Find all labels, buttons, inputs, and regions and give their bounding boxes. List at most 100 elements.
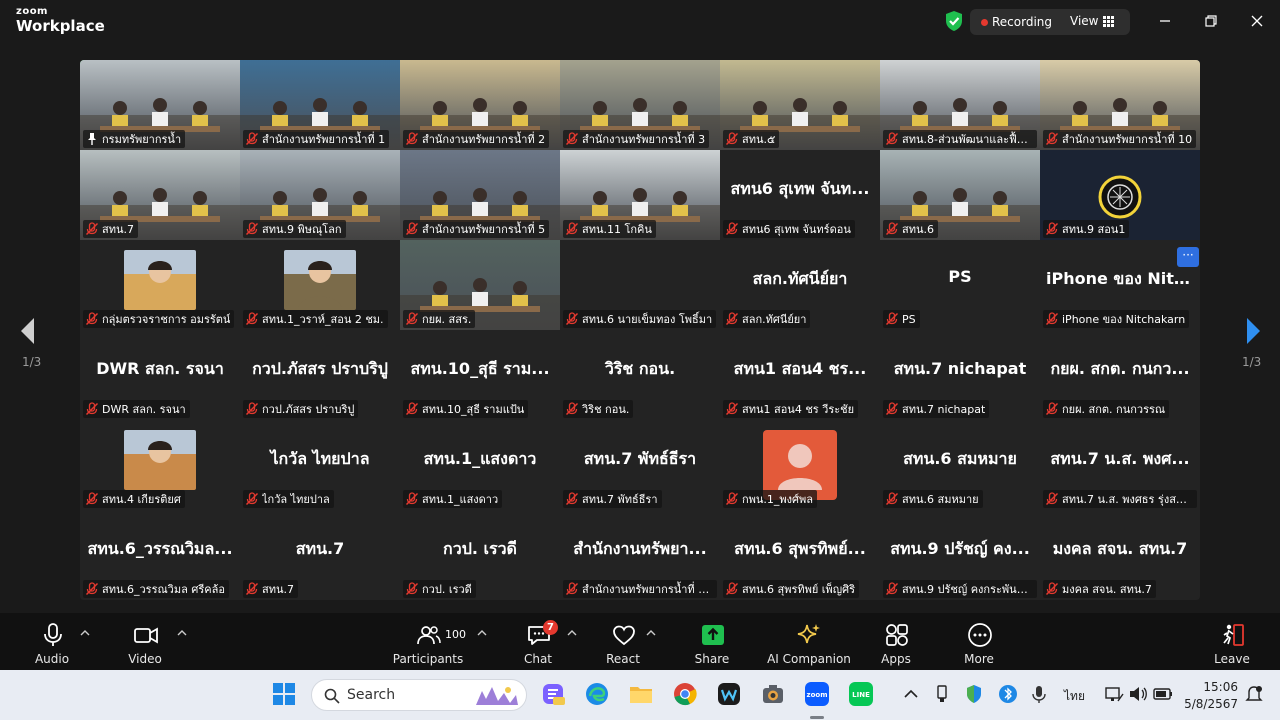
participant-tile[interactable]: สทน.6 สุพรทิพย์... สทน.6 สุพรทิพย์ เพ็ญศิ… [720,510,880,600]
participant-name: สทน6 สุเทพ จันทร์ดอน [742,223,851,236]
participant-name: กพน.1_พงศ์พล [742,493,814,506]
participant-tile[interactable]: PS PS [880,240,1040,330]
participant-tile[interactable]: กยผ. สกต. กนกว... กยผ. สกต. กนกวรรณ [1040,330,1200,420]
recording-label[interactable]: Recording [992,15,1052,29]
zoom-app-icon[interactable]: zoom [804,681,830,707]
minimize-icon[interactable] [1154,10,1176,32]
participant-display-name: สทน.7 พัทธ์ธีรา [583,449,697,468]
edge-browser-icon[interactable] [584,681,610,707]
participant-tile[interactable]: สทน.6 นายเข็มทอง โพธิ์มา [560,240,720,330]
ai-companion-button[interactable]: AI Companion [759,613,859,670]
clock-date[interactable]: 5/8/2567 [1180,697,1238,711]
participant-tile[interactable]: สทน.6 [880,150,1040,240]
participant-tile[interactable]: สทน1 สอน4 ชร... สทน1 สอน4 ชร วีระชัย [720,330,880,420]
previous-page-icon[interactable] [18,316,38,346]
webex-app-icon[interactable] [716,681,742,707]
battery-icon[interactable] [1152,681,1174,707]
notification-bell-icon[interactable] [1244,681,1264,707]
line-app-icon[interactable]: LINE [848,681,874,707]
participant-tile[interactable]: สำนักงานทรัพยา... สำนักงานทรัพยากรน้ำที่ … [560,510,720,600]
mic-muted-icon [1045,492,1059,506]
participant-tile[interactable]: สทน.8-ส่วนพัฒนาและฟื้น... [880,60,1040,150]
input-language-indicator[interactable]: ไทย [1064,687,1085,706]
video-options-chevron-icon[interactable] [177,629,187,637]
participant-tile[interactable]: มงคล สจน. สทน.7 มงคล สจน. สทน.7 [1040,510,1200,600]
participant-tile[interactable]: iPhone ของ Nitc... iPhone ของ Nitchakarn [1040,240,1200,330]
tray-chevron-up-icon[interactable] [902,681,920,707]
participant-tile[interactable]: สทน.7 สทน.7 [240,510,400,600]
next-page-icon[interactable] [1243,316,1263,346]
bluetooth-icon[interactable] [998,681,1018,707]
participant-tile[interactable]: สทน.1_แสงดาว สทน.1_แสงดาว [400,420,560,510]
file-explorer-icon[interactable] [628,681,654,707]
view-grid-icon[interactable] [1103,16,1114,27]
participant-tile[interactable]: สำนักงานทรัพยากรน้ำที่ 1 [240,60,400,150]
participant-tile[interactable]: ไกวัล ไทยปาล ไกวัล ไทยปาล [240,420,400,510]
react-button[interactable]: React [583,613,663,670]
participant-tile[interactable]: กพน.1_พงศ์พล [720,420,880,510]
participant-tile[interactable]: สำนักงานทรัพยากรน้ำที่ 3 [560,60,720,150]
mic-muted-icon [1045,402,1059,416]
participant-tile[interactable]: กยผ. สสร. [400,240,560,330]
participant-tile[interactable]: สทน.9 พิษณุโลก [240,150,400,240]
participant-tile[interactable]: สทน.7 nichapat สทน.7 nichapat [880,330,1040,420]
participant-tile[interactable]: สำนักงานทรัพยากรน้ำที่ 10 [1040,60,1200,150]
participant-tile[interactable]: กลุ่มตรวจราชการ อมรรัตน์ [80,240,240,330]
windows-start-icon[interactable] [271,681,297,707]
microphone-tray-icon[interactable] [1030,681,1048,707]
chat-options-chevron-icon[interactable] [567,629,577,637]
participant-tile[interactable]: สทน.7 [80,150,240,240]
participant-name: กรมทรัพยากรน้ำ [102,133,182,146]
participants-options-chevron-icon[interactable] [477,629,487,637]
copilot-icon[interactable] [540,681,566,707]
video-button[interactable]: Video [105,613,185,670]
defender-shield-icon[interactable] [964,681,984,707]
audio-button[interactable]: Audio [12,613,92,670]
usb-device-icon[interactable] [933,681,951,707]
close-icon[interactable] [1246,10,1268,32]
share-button[interactable]: Share [672,613,752,670]
participant-tile[interactable]: สำนักงานทรัพยากรน้ำที่ 2 [400,60,560,150]
participant-tile[interactable]: สทน.1_วราห์_สอน 2 ชม. [240,240,400,330]
participant-display-name: สทน.6_วรรณวิมล... [87,539,233,558]
taskbar-search-box[interactable]: Search [311,679,527,711]
tile-more-options-button[interactable]: ··· [1177,247,1199,267]
participant-tile[interactable]: สทน.11 โกคิน [560,150,720,240]
participant-tile[interactable]: สทน.7 น.ส. พงศ... สทน.7 น.ส. พงศธร รุ่งสม… [1040,420,1200,510]
participant-caption: สทน.9 พิษณุโลก [243,220,346,238]
audio-options-chevron-icon[interactable] [80,629,90,637]
mic-muted-icon [885,222,899,236]
participant-tile[interactable]: กวป.ภัสสร ปราบริปู กวป.ภัสสร ปราบริปู [240,330,400,420]
participants-button[interactable]: Participants [388,613,468,670]
participant-display-name: ไกวัล ไทยปาล [270,449,370,468]
participant-tile[interactable]: สทน.6 สมหมาย สทน.6 สมหมาย [880,420,1040,510]
participant-tile[interactable]: DWR สลก. รจนา DWR สลก. รจนา [80,330,240,420]
restore-icon[interactable] [1200,10,1222,32]
participant-tile[interactable]: สทน.4 เกียรติยศ [80,420,240,510]
participant-tile[interactable]: สลก.ทัศนีย์ยา สลก.ทัศนีย์ยา [720,240,880,330]
participant-tile[interactable]: สทน6 สุเทพ จันท... สทน6 สุเทพ จันทร์ดอน [720,150,880,240]
more-button[interactable]: More [939,613,1019,670]
participant-tile[interactable]: สำนักงานทรัพยากรน้ำที่ 5 [400,150,560,240]
clock-time[interactable]: 15:06 [1190,680,1238,694]
security-shield-icon[interactable] [944,10,964,32]
participant-tile[interactable]: สทน.10_สุธี ราม... สทน.10_สุธี รามแป้น [400,330,560,420]
camera-app-icon[interactable] [760,681,786,707]
participant-tile[interactable]: สทน.7 พัทธ์ธีรา สทน.7 พัทธ์ธีรา [560,420,720,510]
participant-tile[interactable]: กวป. เรวดี กวป. เรวดี [400,510,560,600]
apps-button[interactable]: Apps [856,613,936,670]
participant-tile[interactable]: วิริช กอน. วิริช กอน. [560,330,720,420]
chrome-browser-icon[interactable] [672,681,698,707]
leave-button[interactable]: Leave [1192,613,1272,670]
participant-tile[interactable]: กรมทรัพยากรน้ำ [80,60,240,150]
volume-icon[interactable] [1128,681,1148,707]
network-icon[interactable] [1104,681,1124,707]
view-button[interactable]: View [1070,14,1098,28]
participant-tile[interactable]: สทน.9 สอน1 [1040,150,1200,240]
participants-icon [417,626,441,645]
chat-button[interactable]: Chat [498,613,578,670]
react-options-chevron-icon[interactable] [646,629,656,637]
participant-tile[interactable]: สทน.๕ [720,60,880,150]
participant-tile[interactable]: สทน.9 ปรัชญ์ คง... สทน.9 ปรัชญ์ คงกระพันธ… [880,510,1040,600]
participant-tile[interactable]: สทน.6_วรรณวิมล... สทน.6_วรรณวิมล ศรีคล้อ [80,510,240,600]
